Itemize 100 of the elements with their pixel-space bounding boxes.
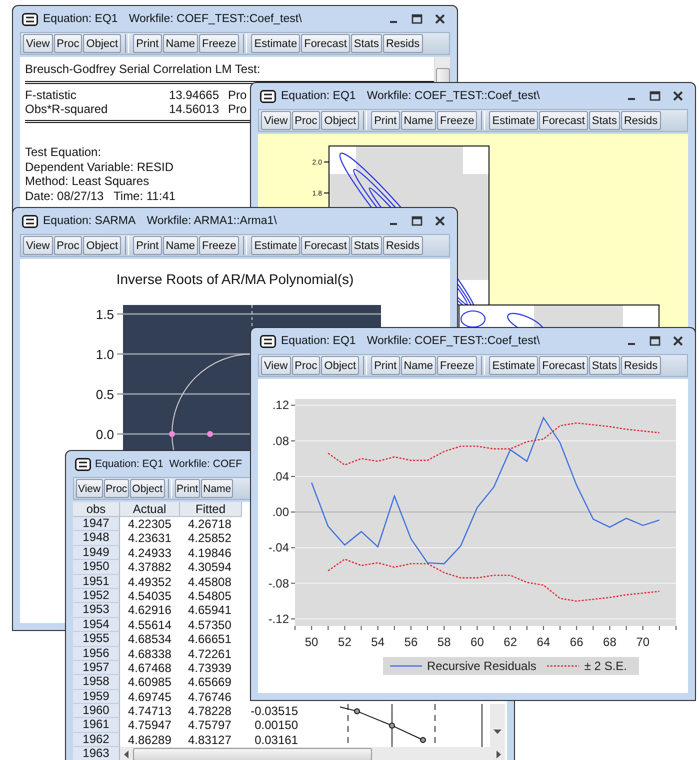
toolbar-button[interactable]: Object [130,479,165,498]
toolbar-button[interactable]: Name [162,34,198,53]
table-cell-text: 4.49352 [127,574,172,589]
toolbar-button[interactable]: Resids [620,111,661,130]
row-header: 1953 [73,603,120,618]
axis-tick-label: .08 [272,434,289,448]
axis-tick-label: -.08 [268,576,289,590]
window-title: Equation: EQ1 [281,90,356,102]
toolbar-button[interactable]: Print [133,236,162,255]
toolbar-button[interactable]: Freeze [199,236,240,255]
toolbar-button[interactable]: Object [83,34,122,53]
toolbar-button[interactable]: Object [321,356,360,375]
table-cell-text: 4.76746 [187,690,232,704]
toolbar-button[interactable]: Proc [104,479,130,498]
table-cell-text: 0.03161 [254,732,299,748]
table-cell-text: 4.75947 [127,718,172,733]
output-line: Date: 08/27/13 Time: 11:41 [25,188,176,202]
row-header: 1949 [73,546,120,560]
toolbar-button[interactable]: Proc [292,111,320,130]
axis-tick-label: 68 [603,635,616,649]
toolbar-button[interactable]: Proc [54,236,82,255]
toolbar-button[interactable]: Name [400,111,436,130]
axis-tick-label: 54 [371,635,384,649]
row-header: 1956 [73,646,120,661]
toolbar-button[interactable]: Estimate [251,236,300,255]
maximize-icon[interactable] [649,335,661,347]
workfile-label: Workfile: COEF [169,458,242,470]
table-cell-text: 4.54035 [127,588,172,604]
maximize-icon[interactable] [411,13,423,25]
toolbar-button[interactable]: View [261,356,291,375]
row-header: 1963 [73,747,120,760]
toolbar-button[interactable]: Forecast [301,236,350,255]
toolbar-button[interactable]: Proc [54,34,82,53]
toolbar-button[interactable]: Print [371,111,400,130]
vertical-scrollbar[interactable] [434,57,450,83]
toolbar-button[interactable]: Stats [588,111,620,130]
table-cell-text: 4.37882 [127,560,172,575]
toolbar-button[interactable]: Forecast [539,111,588,130]
down-arrow-icon[interactable] [493,729,502,736]
toolbar-button[interactable]: Stats [588,356,620,375]
toolbar-button[interactable]: Freeze [437,111,478,130]
toolbar-button[interactable]: Forecast [539,356,588,375]
toolbar-button[interactable]: Estimate [489,356,538,375]
axis-tick-label: 1.5 [96,307,114,322]
table-cell-text: 4.75797 [187,718,232,733]
column-header: obs [73,502,120,517]
table-cell-text: 4.65669 [187,675,232,690]
axis-tick-label: -.04 [268,540,289,555]
toolbar-button[interactable]: Freeze [199,34,240,53]
maximize-icon[interactable] [649,90,661,102]
close-icon[interactable] [672,335,684,347]
axis-tick-label: -.12 [268,612,289,626]
toolbar-button[interactable]: Resids [620,356,661,375]
toolbar-button[interactable]: Stats [350,236,382,255]
table-cell-text: 4.68534 [127,632,172,647]
left-arrow-icon[interactable] [123,750,129,759]
toolbar-button[interactable]: View [23,236,53,255]
toolbar-button[interactable]: Object [83,236,122,255]
menu-icon[interactable] [75,458,91,470]
toolbar-button[interactable]: View [76,479,103,498]
toolbar-button[interactable]: Name [201,479,234,498]
toolbar-button[interactable]: Estimate [489,111,538,130]
menu-icon[interactable] [260,334,276,348]
row-header: 1950 [73,560,120,575]
toolbar-button[interactable]: View [261,111,291,130]
axis-tick-label: 0.5 [96,387,114,402]
maximize-icon[interactable] [411,215,423,227]
toolbar-button[interactable]: Proc [292,356,320,375]
output-line: Dependent Variable: RESID [25,160,174,174]
table-cell-text: 4.55614 [127,618,172,632]
solid-line-icon [389,663,423,669]
toolbar-button[interactable]: Name [400,356,436,375]
toolbar-button[interactable]: Resids [382,236,423,255]
toolbar-button[interactable]: Stats [350,34,382,53]
toolbar-button[interactable]: Freeze [437,356,478,375]
chart-title: Inverse Roots of AR/MA Polynomial(s) [116,271,354,287]
toolbar-button[interactable]: Print [174,479,200,498]
menu-icon[interactable] [260,90,276,102]
toolbar-button[interactable]: Resids [382,34,423,53]
toolbar-button[interactable]: Forecast [301,34,350,53]
toolbar-button[interactable]: Estimate [251,34,300,53]
close-icon[interactable] [672,90,684,102]
toolbar-button[interactable]: Print [371,356,400,375]
root-point [169,431,175,437]
vertical-scrollbar[interactable] [490,704,505,748]
toolbar-button[interactable]: Name [162,236,198,255]
horizontal-scrollbar[interactable] [120,747,505,760]
right-arrow-icon[interactable] [496,750,502,759]
table-cell-text: 4.86289 [127,732,172,748]
close-icon[interactable] [434,215,446,227]
toolbar-button[interactable]: Object [321,111,360,130]
toolbar-button[interactable]: Print [133,34,162,53]
table-cell-text: 4.69745 [127,690,172,704]
table-cell-text: 4.83127 [187,732,232,748]
menu-icon[interactable] [22,214,38,228]
toolbar-button[interactable]: View [23,34,53,53]
table-cell-text: 4.19846 [187,546,232,560]
close-icon[interactable] [434,13,446,25]
menu-icon[interactable] [22,12,38,26]
axis-tick-label: .04 [272,469,289,484]
